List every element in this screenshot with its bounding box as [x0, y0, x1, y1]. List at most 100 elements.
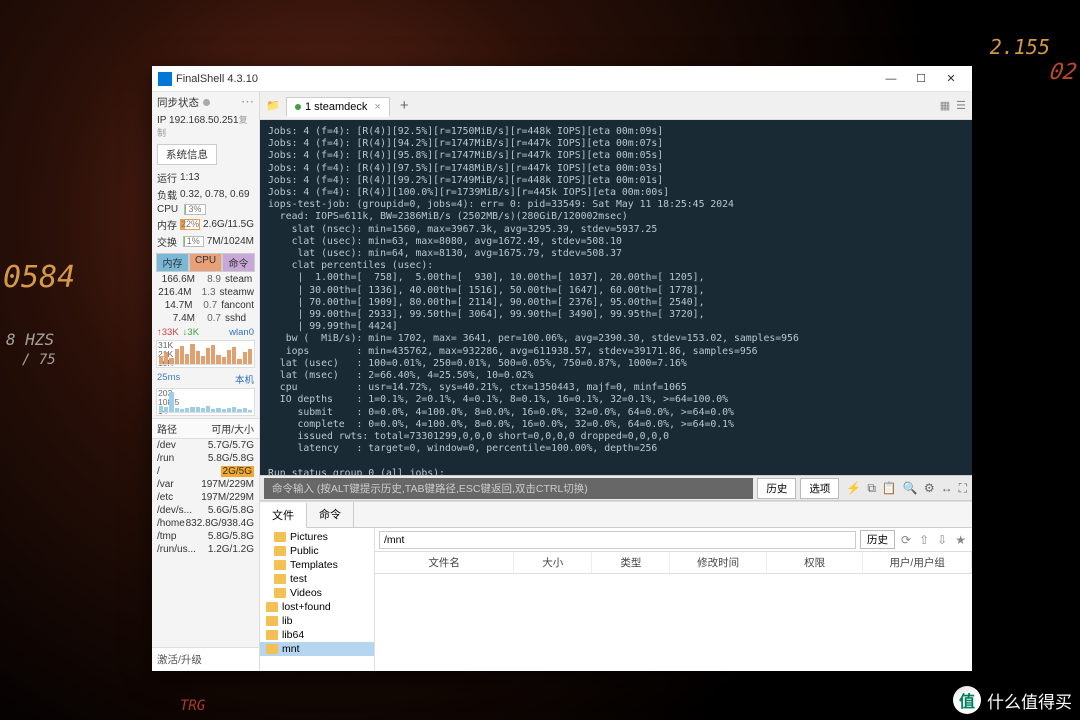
status-dot-icon	[203, 99, 210, 106]
window-title: FinalShell 4.3.10	[176, 73, 876, 85]
minimize-button[interactable]: —	[876, 68, 906, 90]
fullscreen-icon[interactable]: ⛶	[958, 480, 968, 497]
uptime: 运行 1:13	[152, 169, 259, 186]
fs-row[interactable]: /run/us...1.2G/1.2G	[152, 543, 259, 556]
sort-cpu-tab[interactable]: CPU	[189, 253, 222, 272]
tree-item[interactable]: Pictures	[260, 530, 374, 544]
file-pane: 文件 命令 PicturesPublicTemplatestestVideosl…	[260, 501, 972, 671]
ping-value: 25ms	[157, 372, 180, 386]
fs-row[interactable]: /run5.8G/5.8G	[152, 452, 259, 465]
terminal-output[interactable]: Jobs: 4 (f=4): [R(4)][92.5%][r=1750MiB/s…	[260, 120, 972, 475]
maximize-button[interactable]: ☐	[906, 68, 936, 90]
bolt-icon[interactable]: ⚡	[845, 480, 862, 497]
settings-icon[interactable]: ⚙	[923, 480, 936, 497]
fs-row[interactable]: /dev5.7G/5.7G	[152, 439, 259, 452]
path-history-button[interactable]: 历史	[860, 530, 895, 549]
status-dot-icon	[295, 104, 301, 110]
bg-decor: 0584	[3, 260, 75, 295]
fs-row[interactable]: /var197M/229M	[152, 478, 259, 491]
path-input[interactable]	[379, 531, 856, 549]
fs-row[interactable]: /dev/s...5.6G/5.8G	[152, 504, 259, 517]
swap-usage: 交换1%7M/1024M	[152, 233, 259, 250]
fs-row[interactable]: /2G/5G	[152, 465, 259, 478]
tree-item[interactable]: lib64	[260, 628, 374, 642]
file-tab[interactable]: 文件	[260, 503, 307, 528]
copy-icon[interactable]: ⧉	[866, 480, 877, 497]
watermark-text: 什么值得买	[987, 688, 1072, 713]
process-row[interactable]: 14.7M0.7fancont	[152, 299, 259, 312]
folder-icon	[274, 560, 286, 570]
command-bar: 命令输入 (按ALT键提示历史,TAB键路径,ESC键返回,双击CTRL切换) …	[260, 475, 972, 501]
sync-status[interactable]: 同步状态 ⋯	[152, 92, 259, 112]
folder-icon	[266, 630, 278, 640]
options-button[interactable]: 选项	[800, 478, 839, 499]
tree-item[interactable]: test	[260, 572, 374, 586]
bg-decor: 8 HZS	[6, 330, 54, 349]
tree-item[interactable]: lost+found	[260, 600, 374, 614]
refresh-icon[interactable]: ⟳	[899, 533, 913, 547]
folder-icon	[274, 588, 286, 598]
process-row[interactable]: 166.6M8.9steam	[152, 273, 259, 286]
folder-icon	[274, 546, 286, 556]
download-icon[interactable]: ⇩	[935, 533, 949, 547]
session-tabbar: 📁 1 steamdeck × + ▦ ☰	[260, 92, 972, 120]
activate-button[interactable]: 激活/升级	[152, 647, 259, 671]
search-icon[interactable]: 🔍	[902, 480, 919, 497]
upload-rate: ↑33K	[157, 327, 179, 338]
command-tab[interactable]: 命令	[307, 502, 354, 527]
paste-icon[interactable]: 📋	[881, 480, 898, 497]
command-input[interactable]: 命令输入 (按ALT键提示历史,TAB键路径,ESC键返回,双击CTRL切换)	[264, 478, 753, 499]
memory-usage: 内存22%2.6G/11.5G	[152, 216, 259, 233]
tab-label: 1 steamdeck	[305, 101, 367, 113]
close-tab-icon[interactable]: ×	[374, 101, 380, 113]
interface-select[interactable]: wlan0	[229, 327, 254, 338]
ping-host-select[interactable]: 本机	[235, 372, 254, 386]
system-info-button[interactable]: 系统信息	[157, 144, 217, 165]
titlebar[interactable]: FinalShell 4.3.10 — ☐ ✕	[152, 66, 972, 92]
folder-icon	[266, 616, 278, 626]
sort-mem-tab[interactable]: 内存	[156, 253, 189, 272]
grid-view-icon[interactable]: ▦	[938, 97, 952, 114]
tree-item[interactable]: lib	[260, 614, 374, 628]
tree-item[interactable]: Templates	[260, 558, 374, 572]
site-watermark: 值 什么值得买	[953, 686, 1072, 714]
folder-icon[interactable]: 📁	[264, 98, 282, 114]
column-headers[interactable]: 文件名 大小 类型 修改时间 权限 用户/用户组	[375, 552, 972, 574]
folder-icon	[266, 644, 278, 654]
sort-cmd-tab[interactable]: 命令	[222, 253, 255, 272]
history-button[interactable]: 历史	[757, 478, 796, 499]
upload-icon[interactable]: ⇧	[917, 533, 931, 547]
tree-item[interactable]: Public	[260, 544, 374, 558]
main-pane: 📁 1 steamdeck × + ▦ ☰ Jobs: 4 (f=4): [R(…	[260, 92, 972, 671]
fs-row[interactable]: /etc197M/229M	[152, 491, 259, 504]
tree-item[interactable]: mnt	[260, 642, 374, 656]
folder-icon	[274, 532, 286, 542]
ip-address: IP 192.168.50.251复制	[152, 112, 259, 142]
app-window: FinalShell 4.3.10 — ☐ ✕ 同步状态 ⋯ IP 192.16…	[152, 66, 972, 671]
process-row[interactable]: 7.4M0.7sshd	[152, 312, 259, 325]
tree-item[interactable]: Videos	[260, 586, 374, 600]
close-button[interactable]: ✕	[936, 68, 966, 90]
ping-row: 25ms 本机	[152, 370, 259, 388]
cpu-usage: CPU3%	[152, 203, 259, 216]
network-sparkline: 31K21K10K	[156, 340, 255, 368]
process-sort-tabs[interactable]: 内存 CPU 命令	[156, 253, 255, 272]
bookmark-icon[interactable]: ★	[953, 533, 968, 547]
bg-decor: 2.155	[990, 35, 1050, 59]
bg-decor: 02	[1047, 60, 1078, 85]
folder-icon	[266, 602, 278, 612]
process-row[interactable]: 216.4M1.3steamw	[152, 286, 259, 299]
file-listing: 历史 ⟳ ⇧ ⇩ ★ 文件名 大小 类型 修改时间 权限 用户/用户	[375, 528, 972, 671]
directory-tree[interactable]: PicturesPublicTemplatestestVideoslost+fo…	[260, 528, 375, 671]
session-tab[interactable]: 1 steamdeck ×	[286, 97, 390, 117]
fs-row[interactable]: /home832.8G/938.4G	[152, 517, 259, 530]
add-tab-button[interactable]: +	[394, 97, 415, 114]
bg-decor: TRG	[180, 698, 205, 714]
watermark-logo: 值	[953, 686, 981, 714]
fs-header: 路径可用/大小	[152, 418, 259, 439]
network-rate: ↑33K ↓3K wlan0	[152, 325, 259, 340]
list-view-icon[interactable]: ☰	[954, 97, 968, 114]
fs-row[interactable]: /tmp5.8G/5.8G	[152, 530, 259, 543]
folder-icon	[274, 574, 286, 584]
expand-icon[interactable]: ↔	[940, 480, 954, 497]
